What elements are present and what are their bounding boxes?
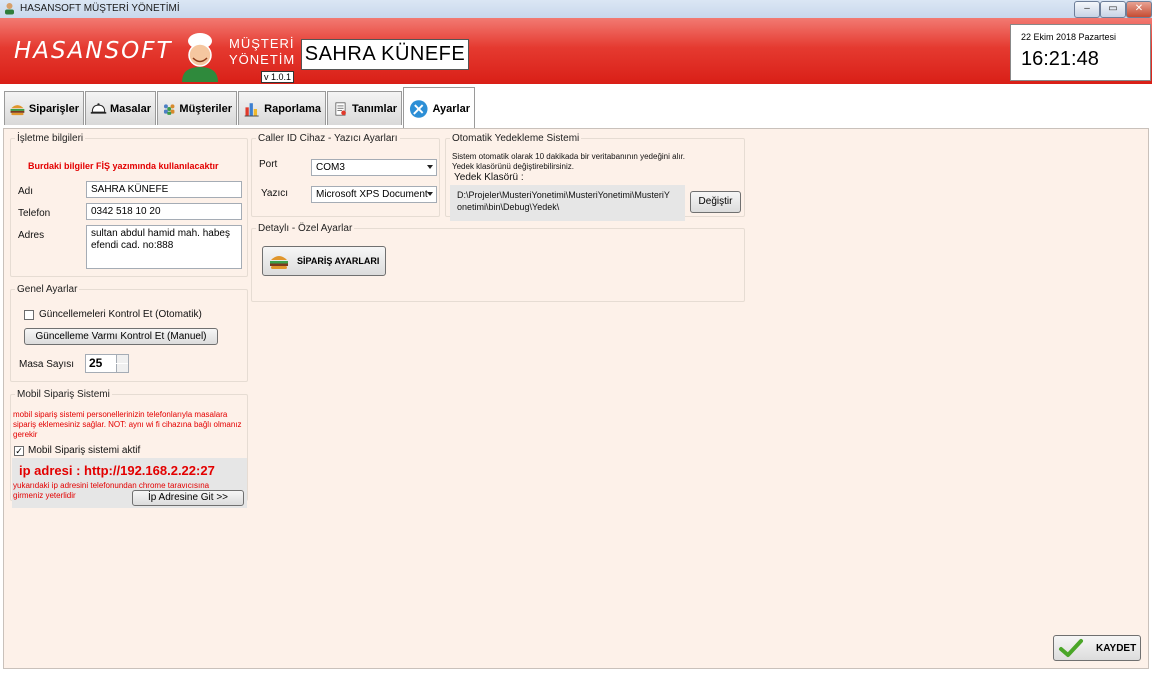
ip-address-text: ip adresi : http://192.168.2.22:27 (19, 463, 215, 478)
name-label: Adı (18, 186, 34, 197)
backup-desc-1: Sistem otomatik olarak 10 dakikada bir v… (452, 152, 686, 161)
mobile-active-label: Mobil Sipariş sistemi aktif (28, 445, 141, 456)
current-date: 22 Ekim 2018 Pazartesi (1021, 32, 1117, 42)
mobile-active-checkbox[interactable]: ✓ (14, 446, 24, 456)
business-info-legend: İşletme bilgileri (17, 133, 84, 144)
mobile-order-group: Mobil Sipariş Sistemi mobil sipariş sist… (10, 389, 248, 508)
port-value: COM3 (316, 162, 345, 173)
people-icon (163, 103, 175, 115)
chevron-down-icon (427, 165, 433, 169)
chevron-down-icon (427, 192, 433, 196)
phone-label: Telefon (18, 208, 51, 219)
stepper-down-button[interactable] (116, 364, 128, 372)
port-label: Port (259, 159, 278, 170)
go-ip-button[interactable]: İp Adresine Git >> (132, 490, 244, 506)
detail-settings-legend: Detaylı - Özel Ayarlar (258, 223, 353, 234)
printer-value: Microsoft XPS Document (316, 189, 428, 200)
general-settings-legend: Genel Ayarlar (17, 284, 78, 295)
mobile-order-note: mobil sipariş sistemi personellerinizin … (13, 410, 242, 439)
version-label: v 1.0.1 (261, 71, 295, 83)
tab-tanimlar[interactable]: Tanımlar (327, 91, 402, 125)
caller-id-legend: Caller ID Cihaz - Yazıcı Ayarları (258, 133, 398, 144)
mobile-order-legend: Mobil Sipariş Sistemi (17, 389, 110, 400)
backup-desc-2: Yedek klasörünü değiştirebilirsiniz. (452, 162, 574, 171)
tab-musteriler-label: Müşteriler (179, 102, 232, 115)
address-label: Adres (18, 230, 45, 241)
general-settings-group: Genel Ayarlar Güncellemeleri Kontrol Et … (10, 284, 248, 382)
tab-musteriler[interactable]: Müşteriler (157, 91, 237, 125)
detail-settings-group: Detaylı - Özel Ayarlar SİPARİŞ AYARLARI (251, 223, 745, 302)
check-icon (1059, 639, 1083, 657)
burger-icon (270, 256, 288, 269)
save-button[interactable]: KAYDET (1053, 635, 1141, 661)
clock-panel: 22 Ekim 2018 Pazartesi 16:21:48 (1010, 24, 1151, 81)
product-name-line1: MÜŞTERİ (229, 36, 295, 51)
tab-siparisler-label: Siparişler (28, 102, 79, 115)
phone-input[interactable]: 0342 518 10 20 (86, 203, 242, 220)
product-name-line2: YÖNETİM (229, 52, 296, 67)
tab-ayarlar-label: Ayarlar (432, 102, 470, 115)
app-icon (5, 3, 14, 15)
brand-logo: HASANSOFT (14, 38, 173, 64)
business-name-input[interactable]: SAHRA KÜNEFE (86, 181, 242, 198)
stepper-up-button[interactable] (116, 355, 128, 363)
window-title: HASANSOFT MÜŞTERİ YÖNETİMİ (20, 3, 180, 14)
tab-tanimlar-label: Tanımlar (351, 102, 397, 115)
window-titlebar: HASANSOFT MÜŞTERİ YÖNETİMİ – ▭ ✕ (0, 0, 1152, 19)
backup-folder-label: Yedek Klasörü : (454, 172, 524, 183)
tab-siparisler[interactable]: Siparişler (4, 91, 84, 125)
bar-chart-icon (244, 102, 259, 116)
printer-select[interactable]: Microsoft XPS Document (311, 186, 437, 203)
main-tabs: Siparişler Masalar Müşteriler Raporlama … (0, 84, 1152, 129)
minimize-button[interactable]: – (1074, 1, 1100, 18)
business-info-group: İşletme bilgileri Burdaki bilgiler FİŞ y… (10, 133, 248, 277)
tab-masalar[interactable]: Masalar (85, 91, 156, 125)
table-count-label: Masa Sayısı (19, 359, 75, 370)
receipt-note: Burdaki bilgiler FİŞ yazımında kullanıla… (28, 161, 219, 171)
tab-masalar-label: Masalar (110, 102, 151, 115)
order-settings-label: SİPARİŞ AYARLARI (297, 256, 380, 266)
backup-legend: Otomatik Yedekleme Sistemi (452, 133, 580, 144)
cloche-icon (90, 102, 107, 114)
manual-update-button[interactable]: Güncelleme Varmı Kontrol Et (Manuel) (24, 328, 218, 345)
current-time: 16:21:48 (1021, 48, 1099, 70)
change-folder-button[interactable]: Değiştir (690, 191, 741, 213)
caller-id-group: Caller ID Cihaz - Yazıcı Ayarları Port C… (251, 133, 440, 217)
tools-icon (409, 99, 428, 118)
printer-label: Yazıcı (261, 188, 289, 199)
tab-raporlama[interactable]: Raporlama (238, 91, 326, 125)
save-button-label: KAYDET (1096, 642, 1137, 654)
settings-panel: İşletme bilgileri Burdaki bilgiler FİŞ y… (3, 128, 1149, 669)
burger-icon (10, 104, 25, 115)
address-textarea[interactable]: sultan abdul hamid mah. habeş efendi cad… (86, 225, 242, 269)
chef-icon (182, 33, 218, 82)
backup-folder-path: D:\Projeler\MusteriYonetimi\MusteriYonet… (457, 190, 670, 212)
close-button[interactable]: ✕ (1126, 1, 1152, 18)
maximize-button[interactable]: ▭ (1100, 1, 1126, 18)
document-icon (335, 101, 346, 116)
auto-update-checkbox[interactable] (24, 310, 34, 320)
port-select[interactable]: COM3 (311, 159, 437, 176)
auto-update-label: Güncellemeleri Kontrol Et (Otomatik) (39, 309, 202, 320)
tab-ayarlar[interactable]: Ayarlar (403, 87, 475, 129)
order-settings-button[interactable]: SİPARİŞ AYARLARI (262, 246, 386, 276)
product-name: MÜŞTERİ YÖNETİM (229, 36, 295, 68)
table-count-stepper[interactable]: 25 (85, 354, 129, 373)
tab-raporlama-label: Raporlama (264, 102, 321, 115)
business-name: SAHRA KÜNEFE (301, 39, 469, 70)
table-count-value: 25 (89, 356, 103, 370)
app-header: HASANSOFT MÜŞTERİ YÖNETİM v 1.0.1 SAHRA … (0, 18, 1152, 84)
backup-group: Otomatik Yedekleme Sistemi Sistem otomat… (445, 133, 745, 221)
